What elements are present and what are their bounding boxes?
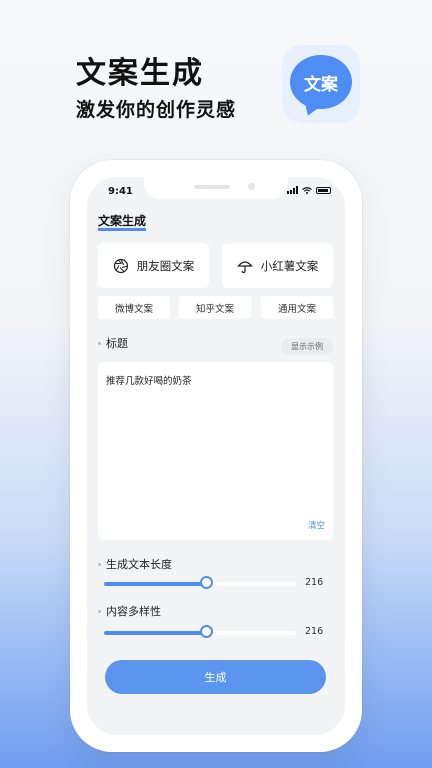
length-label-text: 生成文本长度 (106, 558, 172, 571)
card-xiaohongshu-copy[interactable]: 小红薯文案 (222, 243, 333, 288)
tab-general-copy[interactable]: 通用文案 (261, 296, 333, 319)
app-icon-text: 文案 (304, 74, 338, 95)
promo-headline: 文案生成 (76, 56, 204, 91)
title-section-label: 标题 (98, 335, 128, 351)
phone-mute-switch (67, 238, 70, 252)
wifi-icon (302, 186, 312, 194)
status-time: 9:41 (108, 186, 133, 197)
page-title: 文案生成 (98, 214, 147, 231)
length-value: 216 (305, 577, 324, 588)
clear-button[interactable]: 清空 (308, 519, 325, 531)
card-moments-copy[interactable]: 朋友圈文案 (98, 243, 209, 288)
tab-zhihu-copy[interactable]: 知乎文案 (179, 296, 251, 319)
umbrella-icon (236, 260, 253, 273)
phone-screen: 9:41 文案生成 朋友圈文案 小红薯文案 微博文案 知乎文案 通用文案 标题 … (87, 177, 345, 735)
phone-volume-up (67, 264, 70, 292)
diversity-slider-fill (104, 631, 206, 635)
tab-weibo-copy[interactable]: 微博文案 (98, 296, 170, 319)
promo-subline: 激发你的创作灵感 (76, 99, 237, 121)
show-example-button[interactable]: 显示示例 (281, 338, 333, 355)
battery-icon (316, 186, 331, 194)
diversity-slider-thumb[interactable] (199, 625, 213, 638)
status-icons (287, 186, 331, 194)
phone-notch (144, 177, 288, 199)
diversity-slider[interactable] (104, 625, 296, 638)
title-input-value: 推荐几款好喝的奶茶 (106, 376, 192, 387)
signal-icon (287, 186, 298, 194)
diversity-section-label: 内容多样性 (98, 603, 161, 619)
speech-bubble-icon: 文案 (290, 55, 352, 119)
length-slider-thumb[interactable] (199, 576, 213, 589)
bullet-dot (98, 341, 101, 345)
bullet-dot (98, 562, 101, 566)
phone-frame: 9:41 文案生成 朋友圈文案 小红薯文案 微博文案 知乎文案 通用文案 标题 … (67, 160, 362, 752)
aperture-icon (113, 258, 128, 273)
diversity-value: 216 (305, 626, 324, 637)
app-icon: 文案 (282, 45, 360, 123)
diversity-label-text: 内容多样性 (106, 605, 161, 618)
card-label: 朋友圈文案 (136, 258, 195, 273)
length-slider[interactable] (104, 576, 296, 589)
title-label-text: 标题 (106, 337, 128, 350)
length-section-label: 生成文本长度 (98, 556, 172, 572)
phone-volume-down (67, 300, 70, 328)
length-slider-fill (104, 582, 206, 586)
title-input[interactable]: 推荐几款好喝的奶茶 清空 (98, 362, 333, 540)
generate-button[interactable]: 生成 (105, 660, 326, 694)
card-label: 小红薯文案 (260, 258, 319, 273)
bullet-dot (98, 609, 101, 613)
